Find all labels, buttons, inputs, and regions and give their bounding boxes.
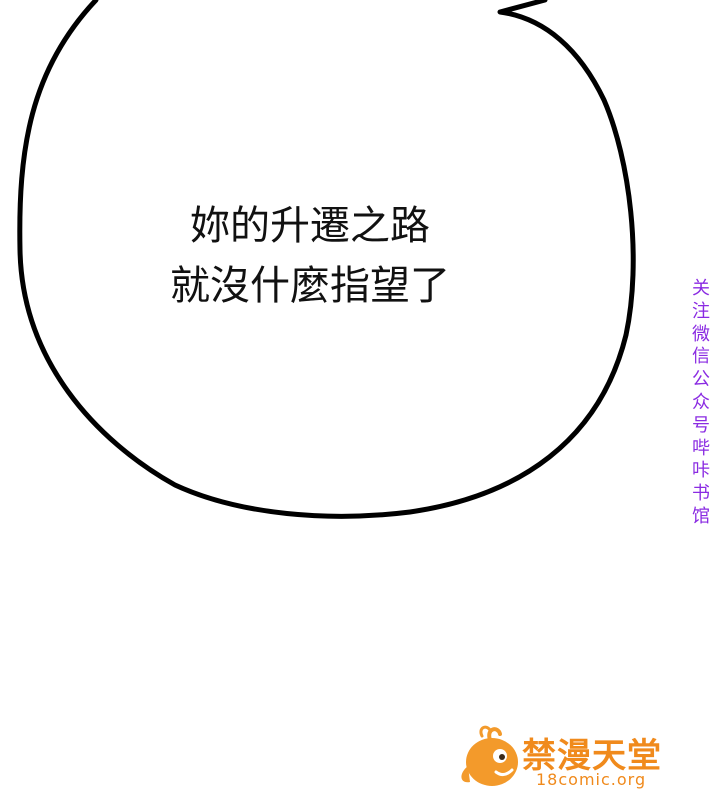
speech-bubble (17, 0, 636, 519)
brand-url: 18comic.org (536, 770, 647, 789)
dialogue-text: 妳的升遷之路 就沒什麼指望了 (120, 196, 500, 316)
promo-vertical-text: 关注微信公众号哔咔书馆 (692, 278, 710, 527)
dialogue-line-1: 妳的升遷之路 (190, 203, 430, 249)
dialogue-line-2: 就沒什麼指望了 (170, 263, 450, 309)
orange-fish-mascot-icon (461, 725, 518, 786)
brand-watermark: 禁漫天堂 18comic.org (456, 722, 686, 794)
